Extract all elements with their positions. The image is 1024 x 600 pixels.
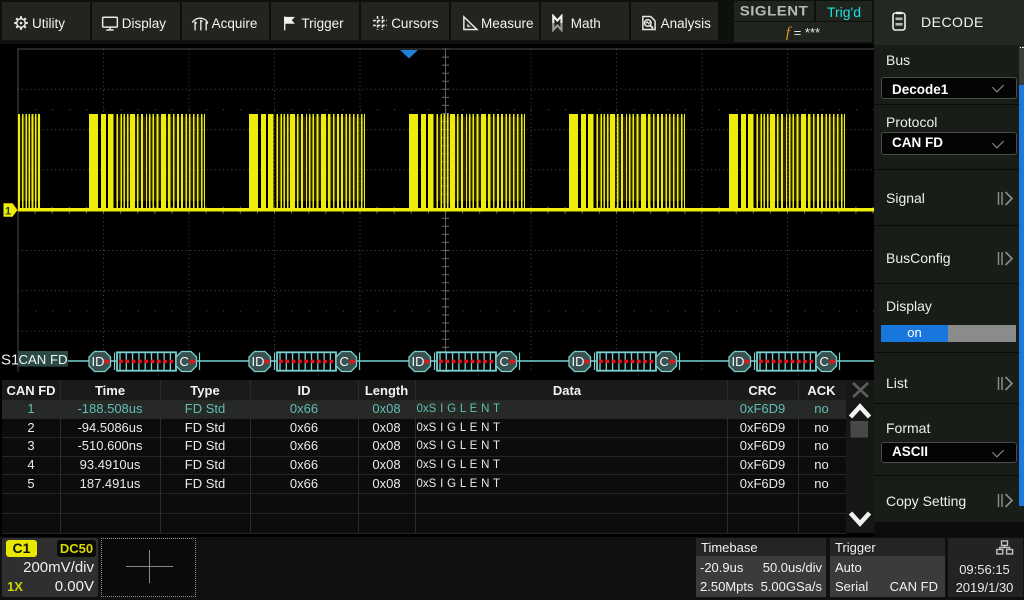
svg-text:C: C — [820, 354, 829, 369]
svg-text:ID: ID — [412, 354, 425, 369]
svg-text:1: 1 — [5, 205, 11, 217]
svg-text:ID: ID — [252, 354, 265, 369]
svg-text:C: C — [660, 354, 669, 369]
svg-text:S1: S1 — [1, 352, 19, 369]
svg-text:C: C — [180, 354, 189, 369]
svg-text:ID: ID — [92, 354, 105, 369]
svg-text:ID: ID — [572, 354, 585, 369]
svg-text:ID: ID — [732, 354, 745, 369]
svg-text:C: C — [340, 354, 349, 369]
svg-text:C: C — [500, 354, 509, 369]
svg-text:CAN FD: CAN FD — [18, 352, 67, 367]
